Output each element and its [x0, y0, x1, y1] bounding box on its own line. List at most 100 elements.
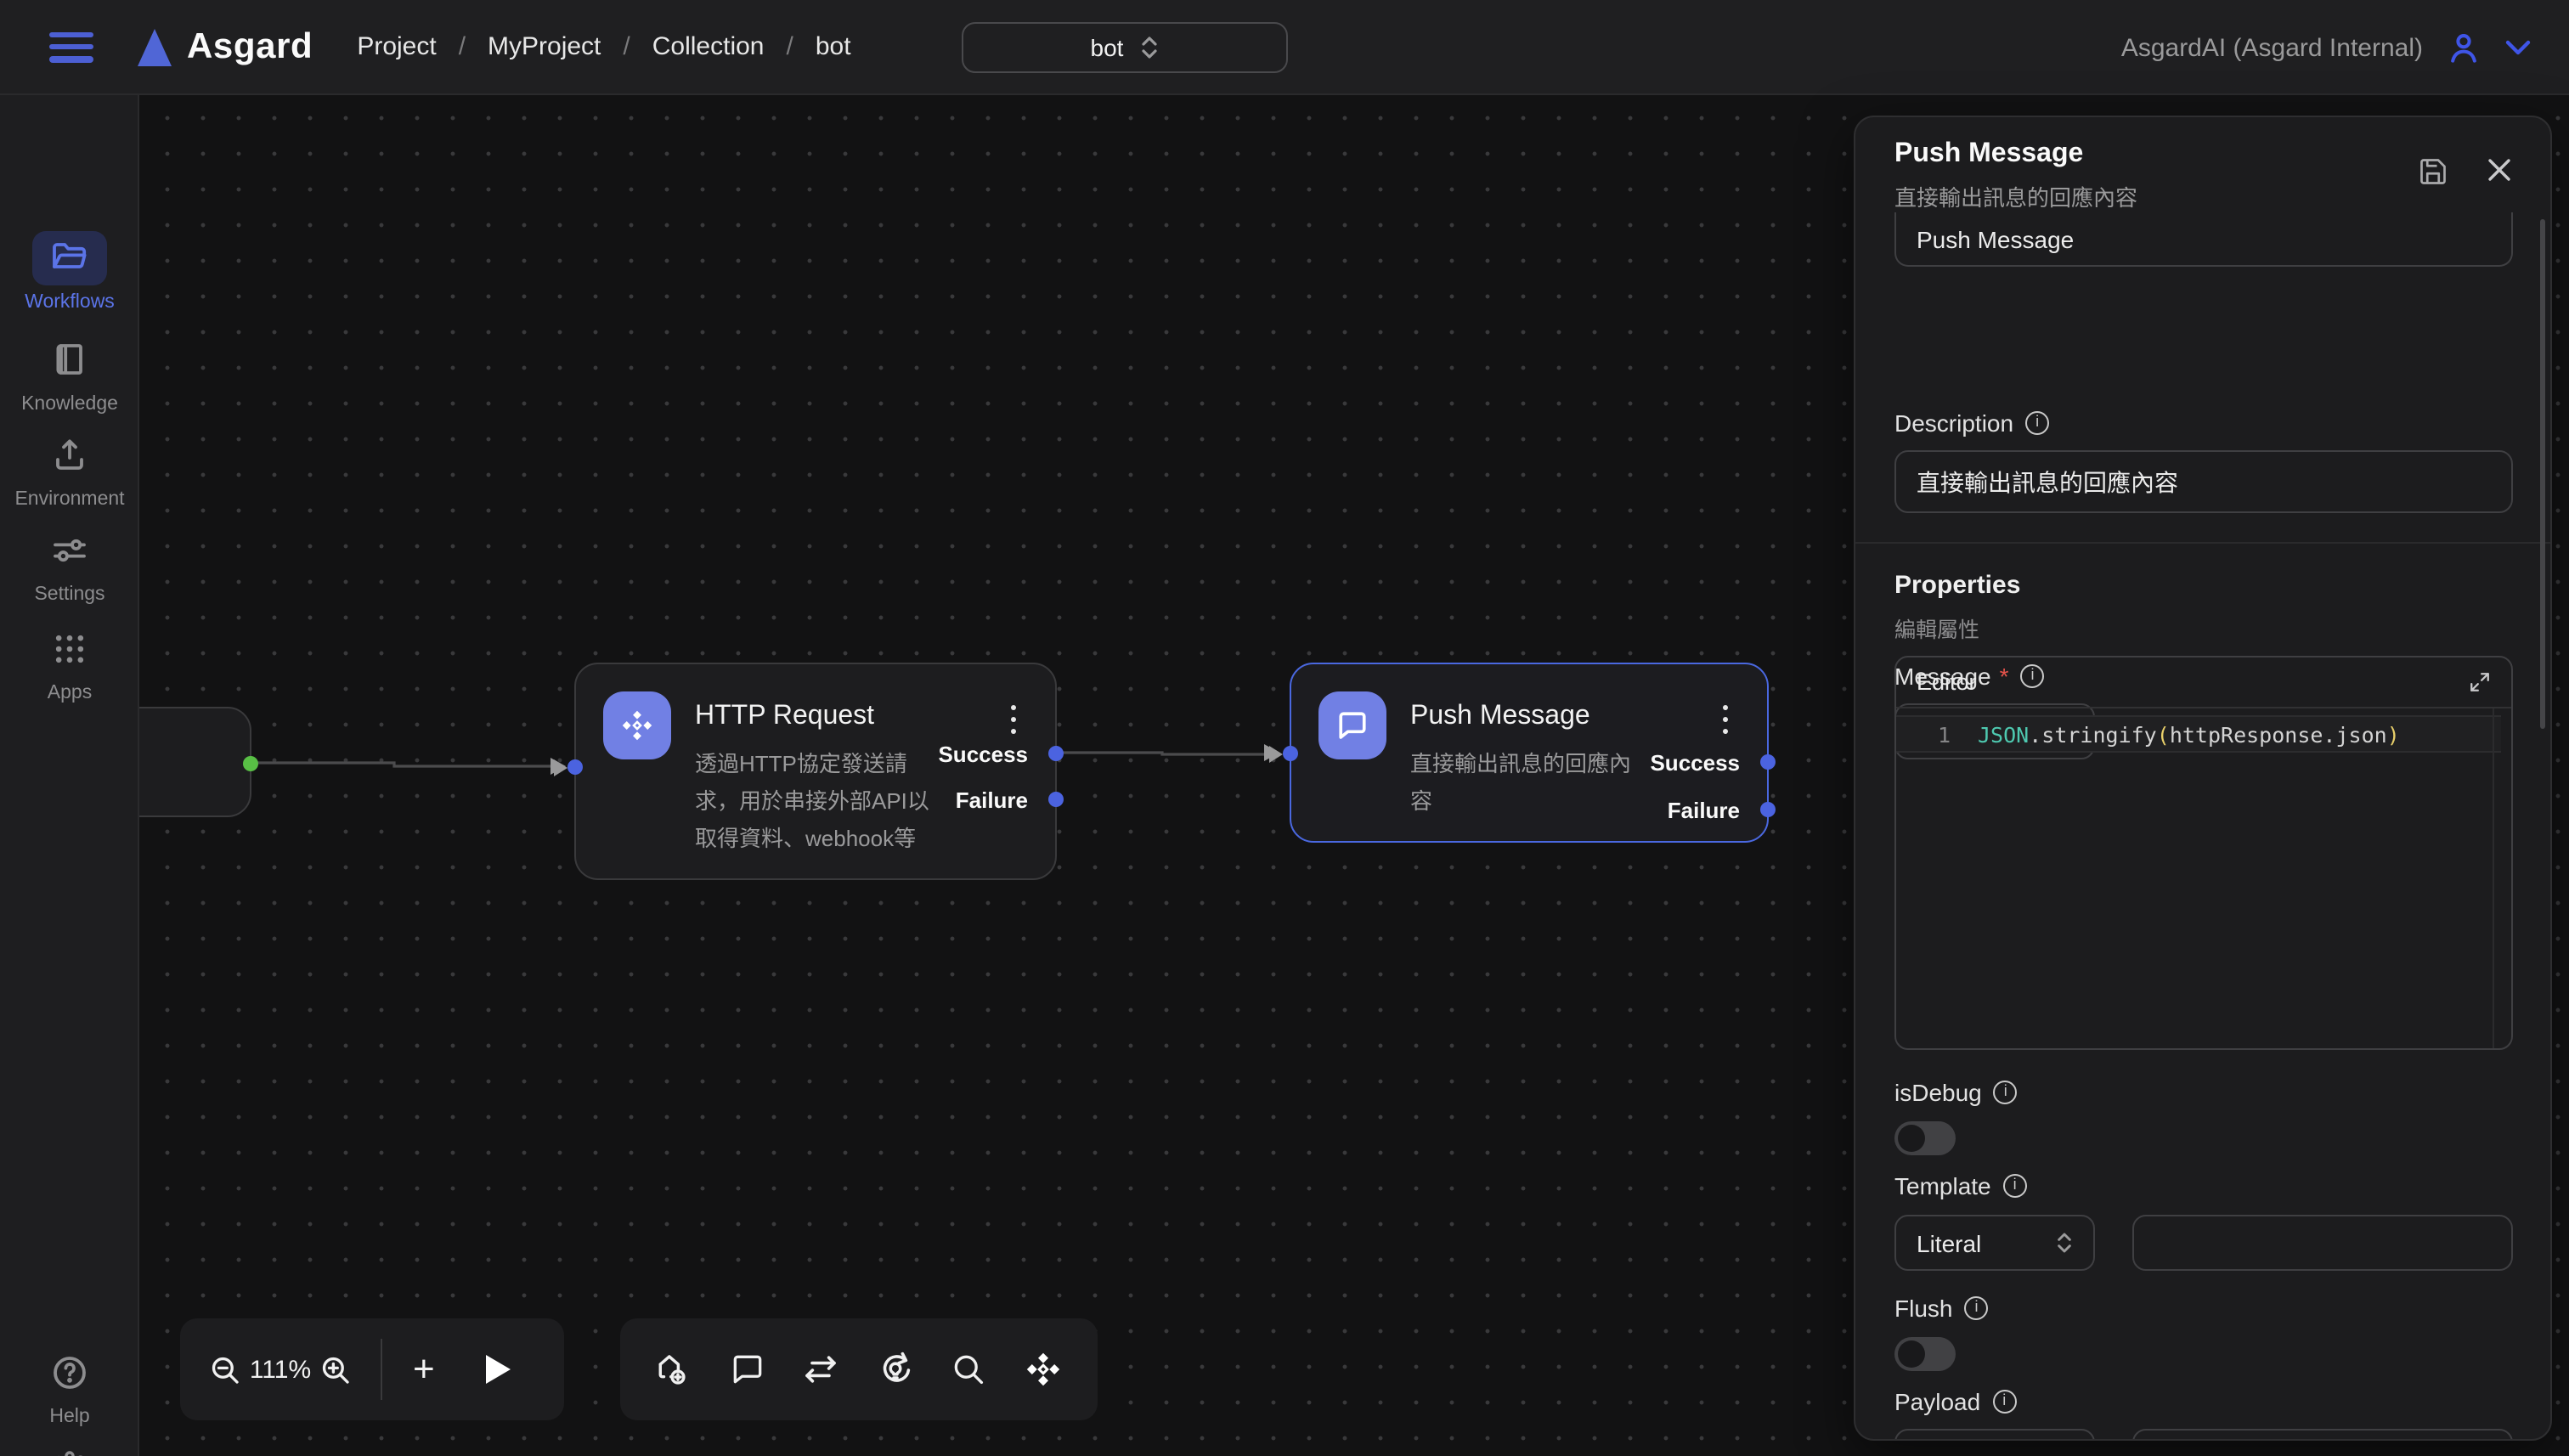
input-arrow-icon — [1269, 746, 1283, 763]
name-input[interactable]: Push Message — [1894, 212, 2513, 267]
close-icon[interactable] — [2486, 156, 2513, 187]
node-push-message[interactable]: Push Message 直接輸出訊息的回應內容 Success Failure — [1290, 663, 1769, 843]
input-port[interactable] — [1283, 746, 1298, 761]
description-input[interactable]: 直接輸出訊息的回應內容 — [1894, 450, 2513, 513]
output-port-failure[interactable] — [1048, 792, 1064, 807]
zoom-level: 111% — [243, 1355, 318, 1384]
breadcrumb-separator: / — [623, 32, 630, 61]
template-type-select[interactable]: Literal — [1894, 1215, 2095, 1271]
output-port-success[interactable] — [1048, 746, 1064, 761]
description-label: Description — [1894, 409, 2013, 437]
toolbar-divider — [381, 1339, 382, 1400]
info-icon[interactable]: i — [1992, 1390, 2016, 1414]
output-port-failure[interactable] — [1760, 802, 1776, 817]
node-menu-icon[interactable] — [1011, 705, 1018, 734]
book-icon — [32, 333, 107, 387]
sidebar-item-apps[interactable]: Apps — [0, 622, 139, 703]
top-header: Asgard Project / MyProject / Collection … — [0, 0, 2569, 95]
sidebar-item-help[interactable]: Help — [0, 1346, 139, 1427]
add-node-button[interactable]: + — [413, 1347, 435, 1391]
sidebar-item-label: Workflows — [25, 292, 115, 313]
output-port-success[interactable] — [1760, 754, 1776, 770]
left-sidebar: Workflows Knowledge Environment Settings… — [0, 95, 139, 1456]
menu-icon[interactable] — [49, 31, 93, 62]
zoom-toolbar: 111% + — [180, 1318, 564, 1420]
comment-icon[interactable] — [728, 1351, 765, 1388]
app-root: Asgard Project / MyProject / Collection … — [0, 0, 2569, 1456]
template-label: Template — [1894, 1172, 1991, 1199]
input-arrow-icon — [554, 759, 567, 776]
breadcrumb-project[interactable]: Project — [357, 32, 436, 61]
info-icon[interactable]: i — [1994, 1081, 2018, 1104]
sidebar-item-workflows[interactable]: Workflows — [0, 231, 139, 313]
brand-title: Asgard — [187, 26, 313, 67]
node-menu-icon[interactable] — [1723, 705, 1730, 734]
isdebug-toggle[interactable] — [1894, 1121, 1956, 1155]
folder-open-icon — [32, 231, 107, 285]
auto-layout-icon[interactable] — [875, 1349, 916, 1390]
flush-label-row: Flush i — [1894, 1295, 1988, 1322]
upload-icon — [32, 428, 107, 483]
editor-current-line: 1 JSON.stringify(httpResponse.json) — [1896, 715, 2501, 753]
expand-icon[interactable] — [2469, 671, 2491, 693]
gear-icon — [32, 1444, 107, 1456]
account-chevron-down-icon[interactable] — [2504, 39, 2532, 56]
apps-grid-icon — [32, 622, 107, 676]
account-label: AsgardAI (Asgard Internal) — [2121, 33, 2423, 62]
template-type-value: Literal — [1917, 1229, 1981, 1256]
node-title: Push Message — [1410, 702, 1590, 732]
sidebar-item-label: Apps — [48, 683, 92, 703]
node-library-icon[interactable] — [1022, 1349, 1063, 1390]
swap-arrows-icon[interactable] — [800, 1349, 841, 1390]
node-config-panel: Push Message 直接輸出訊息的回應內容 Push Message De… — [1854, 116, 2552, 1441]
chevron-updown-icon — [1140, 34, 1159, 61]
info-icon[interactable]: i — [2025, 411, 2049, 435]
payload-value-input[interactable] — [2132, 1429, 2513, 1441]
panel-divider — [1855, 542, 2552, 544]
payload-label: Payload — [1894, 1388, 1980, 1415]
node-description: 透過HTTP協定發送請求，用於串接外部API以取得資料、webhook等 — [695, 746, 950, 858]
code-line: JSON.stringify(httpResponse.json) — [1978, 721, 2400, 747]
payload-type-select[interactable] — [1894, 1429, 2095, 1441]
input-port[interactable] — [567, 759, 583, 775]
sidebar-item-environment[interactable]: Environment — [0, 428, 139, 510]
panel-scrollbar[interactable] — [2540, 219, 2545, 729]
zoom-out-button[interactable] — [207, 1352, 243, 1387]
zoom-in-button[interactable] — [318, 1352, 353, 1387]
expression-editor[interactable]: Editor 1 JSON.stringify(httpResponse.jso… — [1894, 656, 2513, 1050]
help-circle-icon — [32, 1346, 107, 1400]
partial-node[interactable] — [139, 707, 251, 817]
flush-toggle[interactable] — [1894, 1337, 1956, 1371]
sidebar-item-label: Settings — [34, 584, 104, 605]
breadcrumb-myproject[interactable]: MyProject — [488, 32, 601, 61]
port-label-failure: Failure — [956, 787, 1028, 813]
breadcrumb-collection[interactable]: Collection — [652, 32, 765, 61]
workflow-select-value: bot — [1091, 34, 1124, 61]
template-value-input[interactable] — [2132, 1215, 2513, 1271]
workflow-select[interactable]: bot — [962, 22, 1288, 73]
isdebug-label-row: isDebug i — [1894, 1079, 2018, 1106]
properties-title: Properties — [1894, 571, 2020, 600]
sidebar-item-settings[interactable]: Settings — [0, 523, 139, 605]
editor-body[interactable]: 1 JSON.stringify(httpResponse.json) — [1896, 708, 2511, 1050]
info-icon[interactable]: i — [2003, 1174, 2027, 1198]
sidebar-item-workspace[interactable]: Workspace — [0, 1444, 139, 1456]
node-title: HTTP Request — [695, 702, 874, 732]
sidebar-item-knowledge[interactable]: Knowledge — [0, 333, 139, 415]
output-port-green[interactable] — [243, 756, 258, 771]
save-icon[interactable] — [2418, 156, 2448, 187]
search-icon[interactable] — [951, 1351, 988, 1388]
description-label-row: Description i — [1894, 409, 2049, 437]
flush-label: Flush — [1894, 1295, 1952, 1322]
http-request-node-icon — [603, 691, 671, 759]
info-icon[interactable]: i — [1964, 1296, 1988, 1320]
sidebar-item-label: Help — [49, 1407, 89, 1427]
isdebug-label: isDebug — [1894, 1079, 1982, 1106]
run-workflow-button[interactable] — [483, 1352, 513, 1386]
add-block-icon[interactable] — [655, 1350, 694, 1389]
user-icon[interactable] — [2445, 29, 2482, 66]
port-label-success: Success — [938, 742, 1028, 767]
node-http-request[interactable]: HTTP Request 透過HTTP協定發送請求，用於串接外部API以取得資料… — [574, 663, 1057, 880]
breadcrumb-separator: / — [459, 32, 466, 61]
breadcrumb-bot[interactable]: bot — [816, 32, 851, 61]
